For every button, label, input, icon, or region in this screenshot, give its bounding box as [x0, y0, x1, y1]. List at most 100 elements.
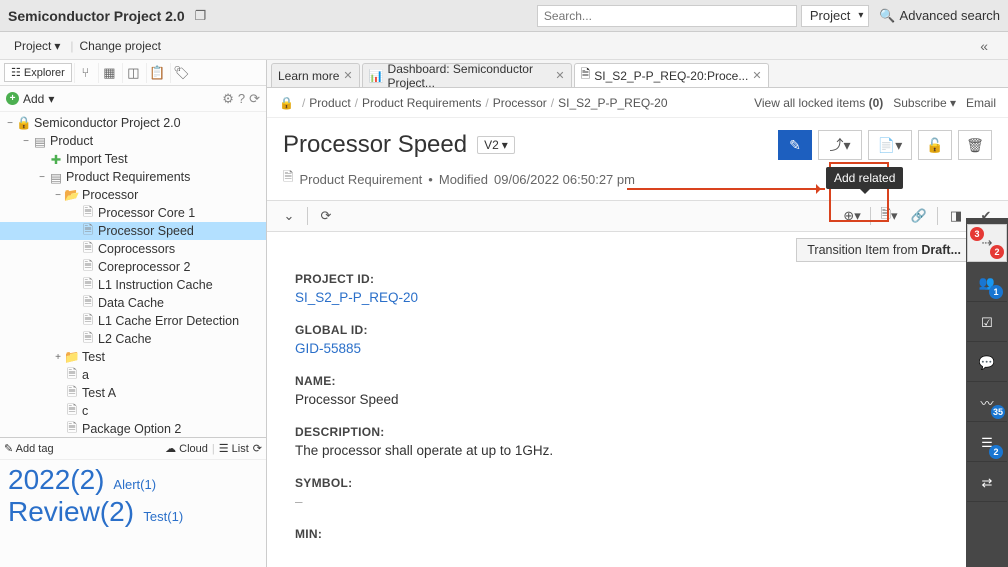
tree-row[interactable]: 🗎Coreprocessor 2 — [0, 258, 266, 276]
tree-row[interactable]: 🗎L1 Instruction Cache — [0, 276, 266, 294]
add-tag-button[interactable]: ✎ Add tag — [4, 442, 54, 455]
release-button[interactable]: ▦ — [98, 63, 120, 83]
baseline-button[interactable]: ◫ — [122, 63, 144, 83]
tag-filter-button[interactable]: 🏷 — [170, 63, 192, 83]
tree-row[interactable]: −▤Product — [0, 132, 266, 150]
view-locked-link[interactable]: View all locked items (0) — [754, 96, 883, 110]
filter-icon: ⑂ — [81, 65, 89, 80]
breadcrumb-item[interactable]: SI_S2_P-P_REQ-20 — [558, 96, 667, 110]
tree-row[interactable]: 🗎Processor Speed — [0, 222, 266, 240]
export-button[interactable]: 📄 ▾ — [868, 130, 912, 160]
tag[interactable]: Review(2) — [8, 496, 134, 527]
tree-row[interactable]: 🗎L2 Cache — [0, 330, 266, 348]
explorer-tab[interactable]: ☷ Explorer — [4, 63, 72, 82]
rail-people-button[interactable]: 👥 1 — [967, 264, 1007, 302]
tree-row[interactable]: 🗎c — [0, 402, 266, 420]
tree-row[interactable]: 🗎L1 Cache Error Detection — [0, 312, 266, 330]
expander-icon[interactable]: − — [4, 118, 16, 129]
refresh-list-button[interactable]: ⟳ — [314, 204, 338, 228]
tag-cloud: 2022(2) Alert(1) Review(2) Test(1) — [0, 460, 266, 532]
badge: 2 — [989, 445, 1003, 459]
close-icon[interactable]: ✕ — [343, 69, 352, 82]
tree-row[interactable]: −▤Product Requirements — [0, 168, 266, 186]
tree-row[interactable]: +📁Test — [0, 348, 266, 366]
breadcrumb-item[interactable]: Product — [309, 96, 350, 110]
close-icon[interactable]: ✕ — [752, 69, 761, 82]
link-button[interactable]: 🔗 — [907, 204, 931, 228]
filter-button[interactable]: ⑂ — [74, 63, 96, 83]
tree-row[interactable]: 🗎Package Option 2 — [0, 420, 266, 437]
subscribe-link[interactable]: Subscribe ▾ — [893, 96, 956, 110]
breadcrumb-item[interactable]: Product Requirements — [362, 96, 481, 110]
lock-button[interactable]: 🔓 — [918, 130, 952, 160]
tab[interactable]: 🗎SI_S2_P-P_REQ-20:Proce...✕ — [574, 63, 769, 87]
tree-row[interactable]: 🗎Test A — [0, 384, 266, 402]
node-icon: 🗎 — [80, 329, 96, 350]
tab-label: Dashboard: Semiconductor Project... — [388, 62, 552, 90]
tree-row[interactable]: −📂Processor — [0, 186, 266, 204]
tab[interactable]: Learn more✕ — [271, 63, 360, 87]
close-icon[interactable]: ✕ — [555, 69, 564, 82]
delete-button[interactable]: 🗑 — [958, 130, 992, 160]
expander-icon[interactable]: + — [52, 352, 64, 363]
change-project-link[interactable]: Change project — [74, 37, 167, 55]
field-value[interactable]: GID-55885 — [295, 341, 988, 356]
testplan-button[interactable]: 📋 — [146, 63, 168, 83]
tag-icon: 🏷 — [173, 65, 190, 81]
field-value: Processor Speed — [295, 392, 988, 407]
node-icon: ▤ — [48, 170, 64, 185]
expander-icon[interactable]: − — [36, 172, 48, 183]
node-icon: 📁 — [64, 350, 80, 365]
tag[interactable]: Alert(1) — [113, 477, 156, 492]
item-header: Processor Speed V2 ▾ ✎ ⤴ ▾ 📄 ▾ 🔓 🗑 — [267, 118, 1008, 168]
tab[interactable]: 📊Dashboard: Semiconductor Project...✕ — [362, 63, 572, 87]
search-input[interactable] — [537, 5, 797, 27]
tree-row[interactable]: −🔒Semiconductor Project 2.0 — [0, 114, 266, 132]
badge: 1 — [989, 285, 1003, 299]
tree-row[interactable]: 🗎Data Cache — [0, 294, 266, 312]
tree-row[interactable]: 🗎Processor Core 1 — [0, 204, 266, 222]
rail-tasks-button[interactable]: ☑ — [967, 304, 1007, 342]
tag-refresh-button[interactable]: ⟳ — [253, 442, 262, 455]
help-icon[interactable]: ? — [238, 91, 245, 107]
rail-versions-button[interactable]: ☰ 2 — [967, 424, 1007, 462]
add-bar: + Add ▾ ⚙ ? ⟳ — [0, 86, 266, 112]
node-icon: ✚ — [48, 152, 64, 167]
tree-label: Processor Speed — [98, 224, 194, 238]
tree-row[interactable]: 🗎Coprocessors — [0, 240, 266, 258]
expander-icon[interactable]: − — [20, 136, 32, 147]
field-value[interactable]: SI_S2_P-P_REQ-20 — [295, 290, 988, 305]
list-view-button[interactable]: ☰ List — [219, 442, 249, 455]
expander-icon[interactable]: − — [52, 190, 64, 201]
rail-collapse-button[interactable]: ⇄ — [967, 464, 1007, 502]
tree-row[interactable]: ✚Import Test — [0, 150, 266, 168]
breadcrumb-item[interactable]: Processor — [493, 96, 547, 110]
compare-button[interactable]: ◨ — [944, 204, 968, 228]
refresh-icon[interactable]: ⟳ — [249, 91, 260, 107]
advanced-search-link[interactable]: 🔍 Advanced search — [879, 8, 1000, 24]
tabs-bar: Learn more✕📊Dashboard: Semiconductor Pro… — [267, 60, 1008, 88]
version-dropdown[interactable]: V2 ▾ — [477, 136, 515, 154]
transition-dropdown[interactable]: Transition Item from Draft... — [796, 238, 982, 262]
rail-comments-button[interactable]: 💬 — [967, 344, 1007, 382]
project-menu[interactable]: Project ▾ — [8, 37, 66, 55]
tree-row[interactable]: 🗎a — [0, 366, 266, 384]
expand-all-button[interactable]: ⌄ — [277, 204, 301, 228]
tag[interactable]: 2022(2) — [8, 464, 105, 495]
gear-icon[interactable]: ⚙ — [222, 91, 234, 107]
tag[interactable]: Test(1) — [143, 509, 183, 524]
collapse-sidebar-button[interactable]: « — [980, 38, 988, 54]
add-button[interactable]: + Add ▾ — [6, 92, 54, 106]
tree-label: Product Requirements — [66, 170, 190, 184]
relate-button[interactable]: ⤴ ▾ — [818, 130, 862, 160]
rail-relationships-button[interactable]: ⇢ 3 2 — [967, 224, 1007, 262]
cloud-view-button[interactable]: ☁ Cloud — [165, 442, 208, 455]
search-scope-dropdown[interactable]: Project — [801, 5, 869, 27]
window-icon[interactable]: ❐ — [195, 8, 207, 24]
rail-activity-button[interactable]: 〰 35 — [967, 384, 1007, 422]
field-label: PROJECT ID: — [295, 272, 988, 286]
edit-button[interactable]: ✎ — [778, 130, 812, 160]
email-link[interactable]: Email — [966, 96, 996, 110]
sub-header: Project ▾ | Change project « — [0, 32, 1008, 60]
field-label: SYMBOL: — [295, 476, 988, 490]
